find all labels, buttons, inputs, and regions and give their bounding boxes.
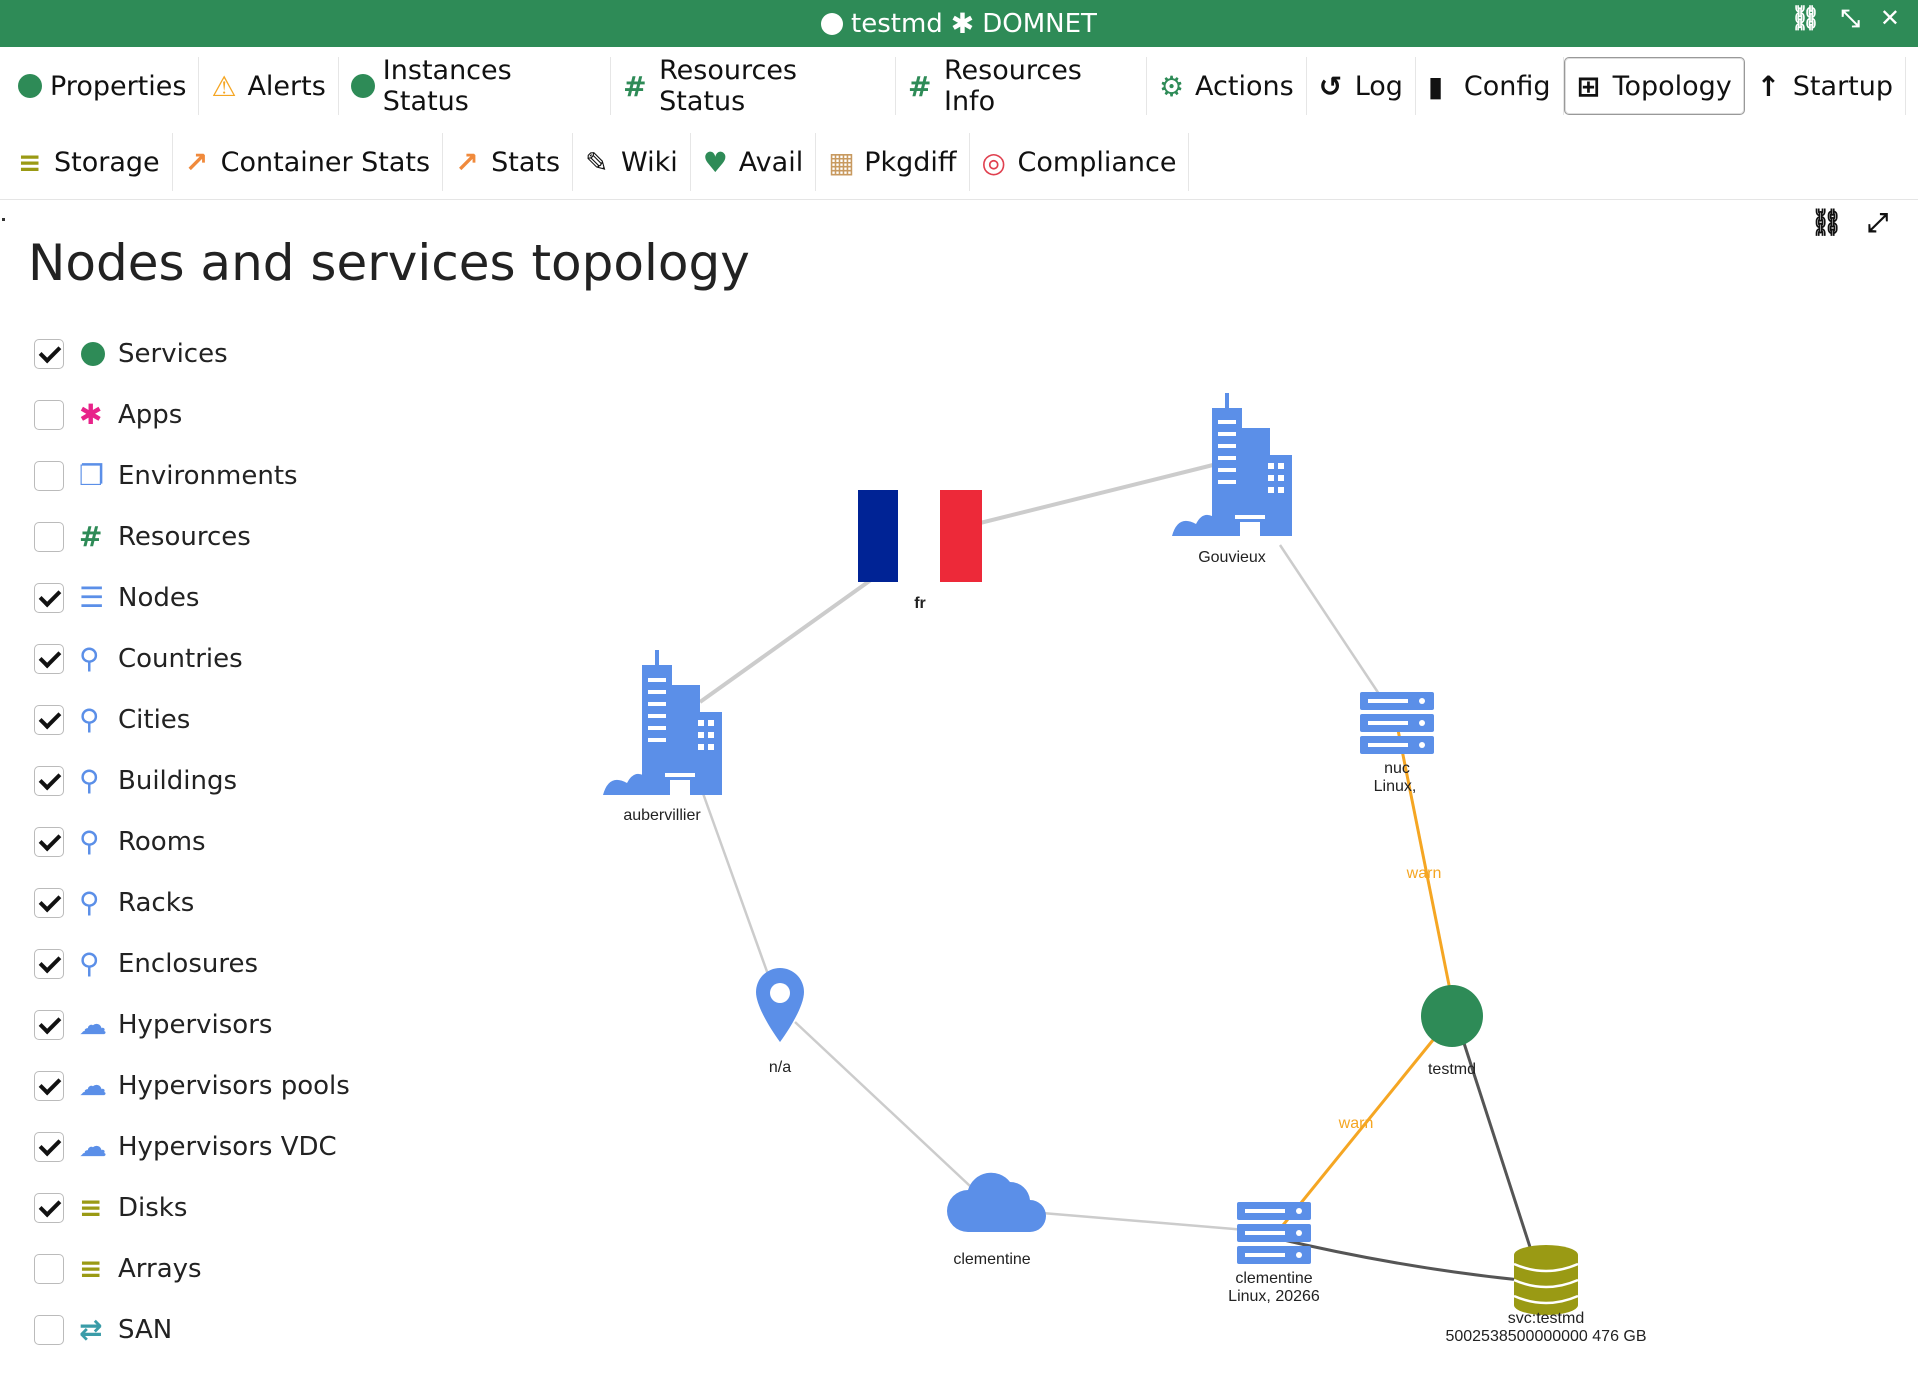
node-nuc[interactable]: nuc Linux, bbox=[1360, 692, 1434, 795]
topology-graph[interactable]: warn warn fr Gouvieux aubervillier nuc L… bbox=[0, 0, 1918, 1384]
city-icon bbox=[1172, 393, 1292, 536]
edge-fr-aubervillier bbox=[698, 575, 877, 704]
edge-clementine-node bbox=[1029, 1210, 1271, 1234]
node-label: clementine bbox=[1235, 1270, 1312, 1287]
edge-warn-label: warn bbox=[1338, 1115, 1374, 1132]
edge-warn-label: warn bbox=[1406, 865, 1442, 882]
node-label: fr bbox=[914, 595, 926, 612]
flag-icon bbox=[858, 490, 898, 582]
node-clementine[interactable]: clementine Linux, 20266 bbox=[1228, 1202, 1320, 1305]
node-disk[interactable]: svc:testmd 5002538500000000 476 GB bbox=[1445, 1245, 1647, 1345]
node-label: testmd bbox=[1428, 1061, 1476, 1078]
map-pin-icon bbox=[756, 968, 804, 1042]
server-icon bbox=[1360, 692, 1434, 754]
node-label: Gouvieux bbox=[1198, 549, 1266, 566]
node-sublabel: Linux, 20266 bbox=[1228, 1288, 1320, 1305]
node-label: svc:testmd bbox=[1508, 1310, 1584, 1327]
node-sublabel: Linux, bbox=[1374, 778, 1417, 795]
edge-nuc-testmd bbox=[1393, 714, 1452, 991]
node-testmd[interactable]: testmd bbox=[1421, 985, 1483, 1078]
node-label: nuc bbox=[1384, 760, 1410, 777]
node-sublabel: 5002538500000000 476 GB bbox=[1445, 1328, 1646, 1345]
city-icon bbox=[603, 650, 722, 795]
node-fr[interactable]: fr bbox=[858, 490, 982, 612]
node-clementine-hypervisor[interactable]: clementine bbox=[947, 1172, 1046, 1268]
edge-gouvieux-nuc bbox=[1278, 544, 1385, 701]
node-label: clementine bbox=[953, 1251, 1030, 1268]
server-icon bbox=[1237, 1202, 1311, 1264]
edge-fr-gouvieux bbox=[959, 460, 1226, 530]
database-icon bbox=[1513, 1245, 1579, 1315]
service-icon bbox=[1421, 985, 1483, 1047]
edge-na-clementine bbox=[794, 1021, 971, 1187]
edge-node-disk bbox=[1274, 1236, 1541, 1284]
node-label: n/a bbox=[769, 1059, 791, 1076]
cloud-icon bbox=[947, 1172, 1046, 1232]
node-label: aubervillier bbox=[623, 807, 701, 824]
node-gouvieux[interactable]: Gouvieux bbox=[1172, 393, 1292, 566]
edge-aubervillier-na bbox=[698, 784, 772, 981]
